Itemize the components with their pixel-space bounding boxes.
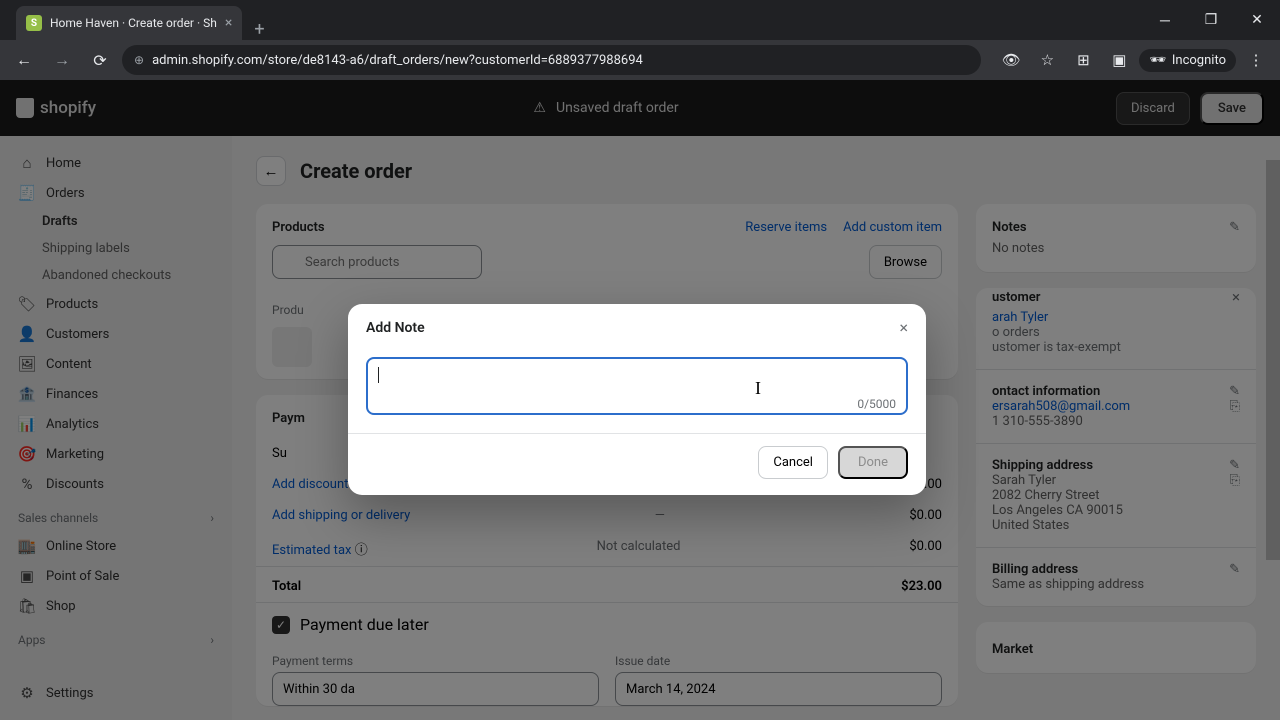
reload-icon[interactable]: ⟳ [84, 44, 116, 76]
incognito-badge[interactable]: 🕶 Incognito [1139, 49, 1236, 72]
panel-icon[interactable]: ▣ [1103, 44, 1135, 76]
done-button[interactable]: Done [838, 446, 908, 479]
close-tab-icon[interactable]: × [225, 15, 232, 31]
minimize-window-icon[interactable]: ─ [1142, 0, 1188, 40]
cancel-button[interactable]: Cancel [758, 446, 828, 479]
text-cursor [378, 367, 379, 383]
note-textarea[interactable] [366, 357, 908, 415]
char-count: 0/5000 [857, 397, 896, 411]
back-icon[interactable]: ← [8, 44, 40, 76]
new-tab-button[interactable]: + [242, 19, 276, 40]
extensions-icon[interactable]: ⊞ [1067, 44, 1099, 76]
url-bar[interactable]: ⊕ admin.shopify.com/store/de8143-a6/draf… [122, 45, 981, 75]
shopify-favicon-icon: S [26, 15, 42, 31]
forward-icon[interactable]: → [46, 44, 78, 76]
browser-tab-strip: S Home Haven · Create order · Sh × + ─ ❐… [0, 0, 1280, 40]
maximize-window-icon[interactable]: ❐ [1188, 0, 1234, 40]
bookmark-star-icon[interactable]: ☆ [1031, 44, 1063, 76]
close-window-icon[interactable]: ✕ [1234, 0, 1280, 40]
menu-dots-icon[interactable]: ⋮ [1240, 44, 1272, 76]
text-edit-cursor-icon [755, 378, 771, 398]
site-info-icon[interactable]: ⊕ [134, 53, 144, 67]
add-note-modal: Add Note × 0/5000 Cancel Done [348, 304, 926, 495]
tab-title: Home Haven · Create order · Sh [50, 16, 217, 30]
modal-title: Add Note [366, 320, 425, 336]
browser-toolbar: ← → ⟳ ⊕ admin.shopify.com/store/de8143-a… [0, 40, 1280, 80]
browser-tab[interactable]: S Home Haven · Create order · Sh × [16, 6, 242, 40]
url-text: admin.shopify.com/store/de8143-a6/draft_… [152, 53, 643, 68]
incognito-icon: 🕶 [1149, 53, 1166, 68]
eye-off-icon[interactable]: 👁 [995, 44, 1027, 76]
modal-close-icon[interactable]: × [899, 318, 908, 337]
